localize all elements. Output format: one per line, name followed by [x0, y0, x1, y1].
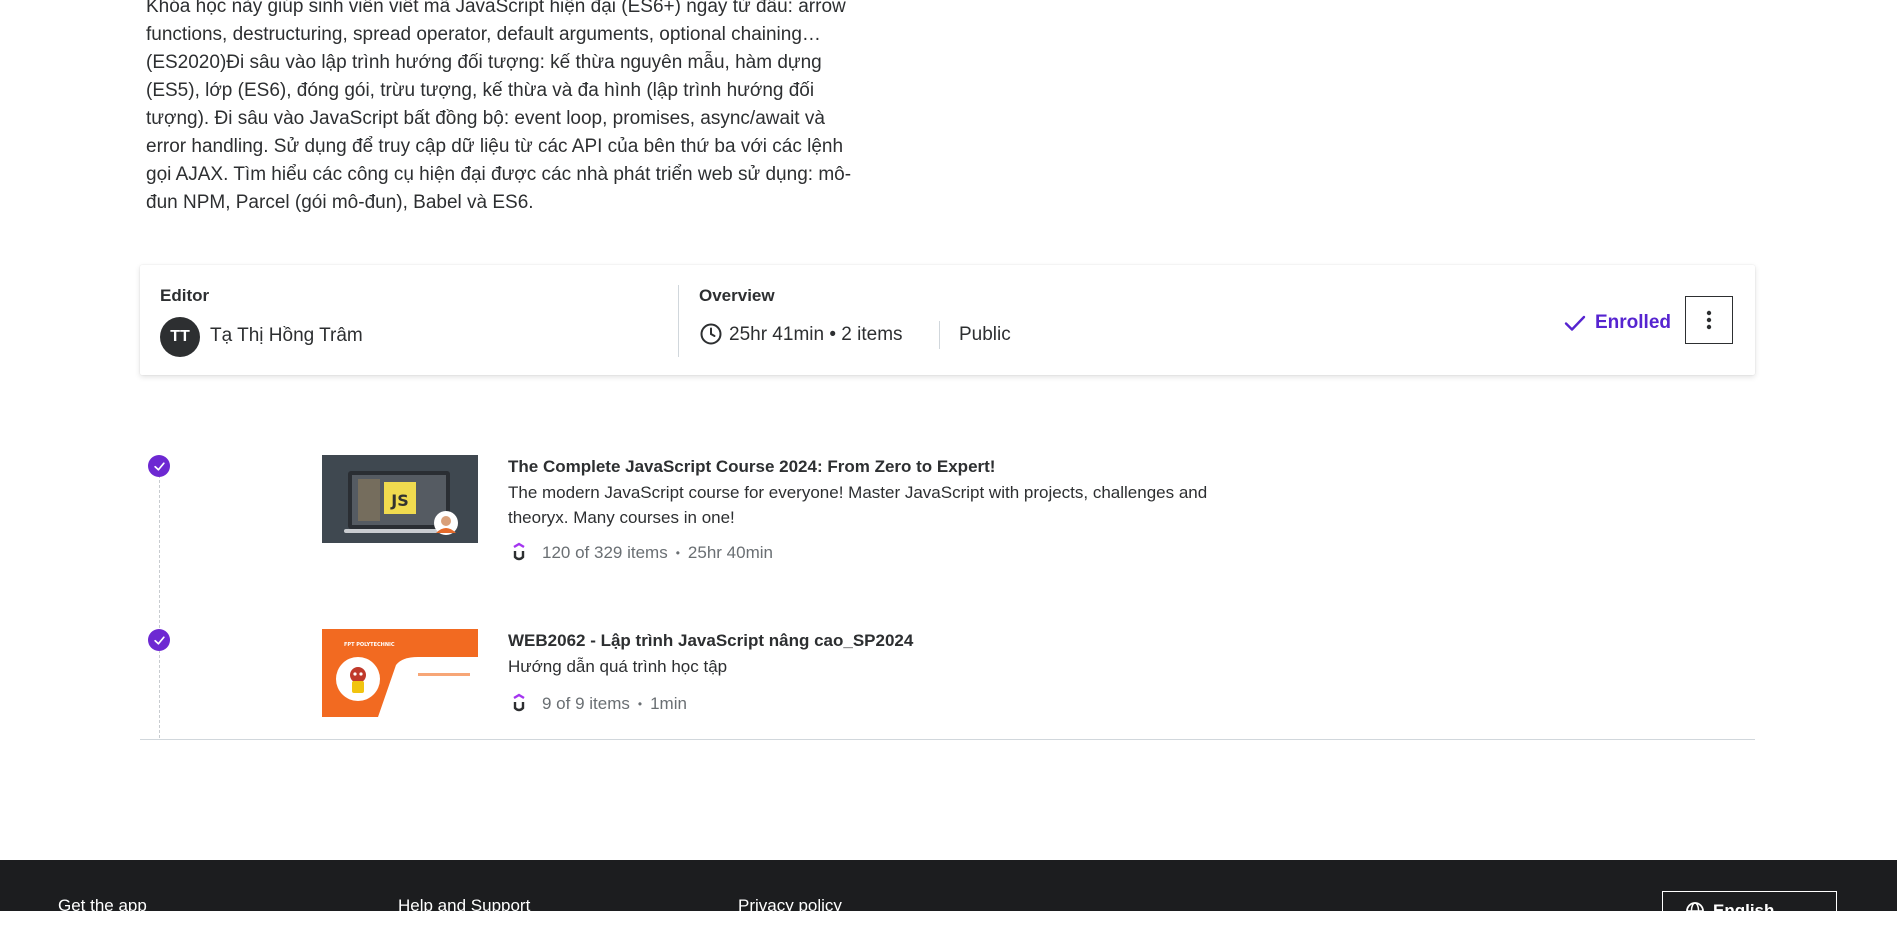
enrolled-button[interactable]: Enrolled — [1563, 308, 1671, 338]
total-duration: 25hr 41min — [729, 324, 825, 345]
overview-heading: Overview — [699, 286, 775, 305]
editor-name[interactable]: Tạ Thị Hồng Trâm — [210, 325, 363, 347]
course-description: The modern JavaScript course for everyon… — [508, 483, 1208, 527]
course-thumbnail[interactable]: JS — [322, 455, 478, 543]
language-label: English — [1713, 901, 1775, 920]
bullet-separator: • — [829, 324, 842, 345]
thumbnail-brand-text: FPT POLYTECHNIC — [344, 642, 395, 648]
footer-link-get-app[interactable]: Get the app — [58, 896, 147, 916]
list-divider — [140, 739, 1755, 740]
editor-heading: Editor — [160, 286, 210, 305]
stats-divider — [939, 321, 940, 349]
check-icon — [1564, 315, 1586, 331]
clock-icon — [700, 323, 722, 345]
avatar[interactable]: TT — [160, 317, 200, 357]
course-description: Khóa học này giúp sinh viên viết mã Java… — [146, 0, 852, 213]
list-item: FPT POLYTECHNIC WEB2062 - Lập trình Java… — [140, 626, 1755, 736]
visibility-status: Public — [959, 324, 1011, 345]
overview-stats: 25hr 41min • 2 items — [729, 324, 903, 346]
info-card: Editor TT Tạ Thị Hồng Trâm Overview 25hr… — [140, 265, 1755, 375]
list-item: JS The Complete JavaScript Course 2024: … — [140, 452, 1755, 582]
more-options-button[interactable] — [1685, 296, 1733, 344]
items-count: 2 items — [841, 324, 903, 345]
enrolled-label: Enrolled — [1595, 312, 1672, 333]
course-meta: 9 of 9 items • 1min — [508, 693, 687, 715]
completed-check-icon — [148, 629, 170, 651]
footer: Get the app Help and Support Privacy pol… — [0, 860, 1897, 931]
javascript-course-image: JS — [322, 455, 478, 543]
more-vertical-icon — [1706, 310, 1712, 330]
udemy-logo-icon — [513, 542, 525, 561]
completed-check-icon — [148, 455, 170, 477]
js-logo-text: JS — [390, 491, 408, 510]
course-progress: 120 of 329 items — [542, 543, 668, 562]
course-title[interactable]: WEB2062 - Lập trình JavaScript nâng cao_… — [508, 631, 913, 651]
footer-link-help-support[interactable]: Help and Support — [398, 896, 530, 916]
course-thumbnail[interactable]: FPT POLYTECHNIC — [322, 629, 478, 717]
course-title[interactable]: The Complete JavaScript Course 2024: Fro… — [508, 457, 995, 477]
course-duration: 25hr 40min — [687, 543, 773, 562]
course-meta: 120 of 329 items • 25hr 40min — [508, 542, 773, 564]
course-progress: 9 of 9 items — [542, 694, 630, 713]
course-duration: 1min — [650, 694, 687, 713]
course-description: Hướng dẫn quá trình học tập — [508, 657, 728, 676]
column-divider — [678, 285, 679, 357]
footer-link-privacy-policy[interactable]: Privacy policy — [738, 896, 842, 916]
bullet-separator: • — [637, 697, 643, 711]
polytechnic-course-image: FPT POLYTECHNIC — [322, 629, 478, 717]
language-button[interactable]: English — [1662, 891, 1837, 931]
bullet-separator: • — [675, 546, 680, 560]
globe-icon — [1686, 902, 1704, 920]
udemy-logo-icon — [513, 693, 525, 712]
